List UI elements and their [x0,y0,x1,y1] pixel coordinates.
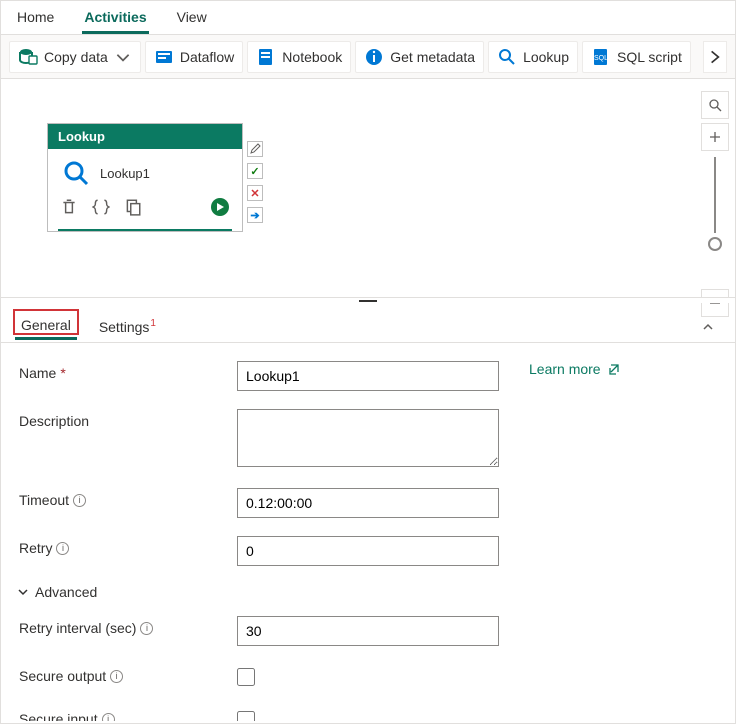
canvas-search[interactable] [701,91,729,119]
info-icon[interactable]: i [56,542,69,555]
code-braces-icon[interactable] [92,198,110,216]
canvas-zoom-tools [701,91,729,317]
learn-more-link[interactable]: Learn more [529,361,621,377]
info-icon [364,47,384,67]
zoom-slider-thumb[interactable] [708,237,722,251]
database-copy-icon [18,47,38,67]
ribbon-dataflow[interactable]: Dataflow [145,41,243,73]
activity-card-lookup[interactable]: Lookup Lookup1 [47,123,243,232]
copy-icon[interactable] [124,198,142,216]
description-label: Description [19,409,237,429]
info-icon[interactable]: i [140,622,153,635]
retry-input[interactable] [237,536,499,566]
chevron-down-icon [17,586,29,598]
search-icon [708,98,722,112]
activity-output-handles: ✓ ✕ ➔ [247,141,263,223]
zoom-slider-track[interactable] [714,157,716,233]
notebook-icon [256,47,276,67]
ribbon-get-metadata-label: Get metadata [390,49,475,65]
top-menu-tabs: Home Activities View [1,1,735,35]
activity-type-label: Lookup [48,124,242,149]
ribbon-scroll-right[interactable] [703,41,727,73]
timeout-input[interactable] [237,488,499,518]
chevron-right-icon [706,48,724,66]
ribbon-get-metadata[interactable]: Get metadata [355,41,484,73]
tab-general[interactable]: General [15,313,77,340]
description-input[interactable] [237,409,499,467]
ribbon-copy-data-label: Copy data [44,49,108,65]
secure-input-label: Secure input i [19,707,237,721]
info-icon[interactable]: i [110,670,123,683]
search-icon [497,47,517,67]
activity-name-label: Lookup1 [100,166,150,181]
collapse-panel[interactable] [697,316,719,338]
retry-interval-input[interactable] [237,616,499,646]
general-form: Name* Learn more Description Timeout i R… [1,343,735,721]
activity-actions [48,191,242,225]
plus-icon [708,130,722,144]
property-tabs: General Settings1 [1,303,735,343]
tab-settings-label: Settings [99,319,150,335]
ribbon-dataflow-label: Dataflow [180,49,234,65]
ribbon-lookup[interactable]: Lookup [488,41,578,73]
tab-view[interactable]: View [175,5,209,34]
tab-activities[interactable]: Activities [82,5,148,34]
external-link-icon [607,362,621,376]
activities-ribbon: Copy data Dataflow Notebook Get metadata… [1,35,735,79]
name-label: Name* [19,361,237,381]
tab-settings[interactable]: Settings1 [93,315,161,339]
delete-icon[interactable] [60,198,78,216]
secure-output-label: Secure output i [19,664,237,684]
info-icon[interactable]: i [73,494,86,507]
ribbon-sql-script-label: SQL script [617,49,682,65]
ribbon-notebook[interactable]: Notebook [247,41,351,73]
run-arrow-icon[interactable] [210,197,230,217]
svg-text:SQL: SQL [594,55,608,62]
ribbon-sql-script[interactable]: SQL SQL script [582,41,691,73]
edit-handle[interactable] [247,141,263,157]
ribbon-copy-data[interactable]: Copy data [9,41,141,73]
chevron-up-icon [701,320,715,334]
completion-handle[interactable]: ➔ [247,207,263,223]
failure-handle[interactable]: ✕ [247,185,263,201]
info-icon[interactable]: i [102,713,115,722]
advanced-toggle[interactable]: Advanced [17,584,719,600]
ribbon-notebook-label: Notebook [282,49,342,65]
dataflow-icon [154,47,174,67]
settings-badge: 1 [150,318,156,329]
ribbon-lookup-label: Lookup [523,49,569,65]
secure-output-checkbox[interactable] [237,668,255,686]
secure-input-checkbox[interactable] [237,711,255,721]
tab-home[interactable]: Home [15,5,56,34]
sql-script-icon: SQL [591,47,611,67]
success-handle[interactable]: ✓ [247,163,263,179]
retry-interval-label: Retry interval (sec) i [19,616,237,636]
timeout-label: Timeout i [19,488,237,508]
pipeline-canvas[interactable]: Lookup Lookup1 ✓ ✕ ➔ [1,79,735,297]
chevron-down-icon [114,48,132,66]
zoom-in[interactable] [701,123,729,151]
name-input[interactable] [237,361,499,391]
lookup-icon [62,159,90,187]
retry-label: Retry i [19,536,237,556]
